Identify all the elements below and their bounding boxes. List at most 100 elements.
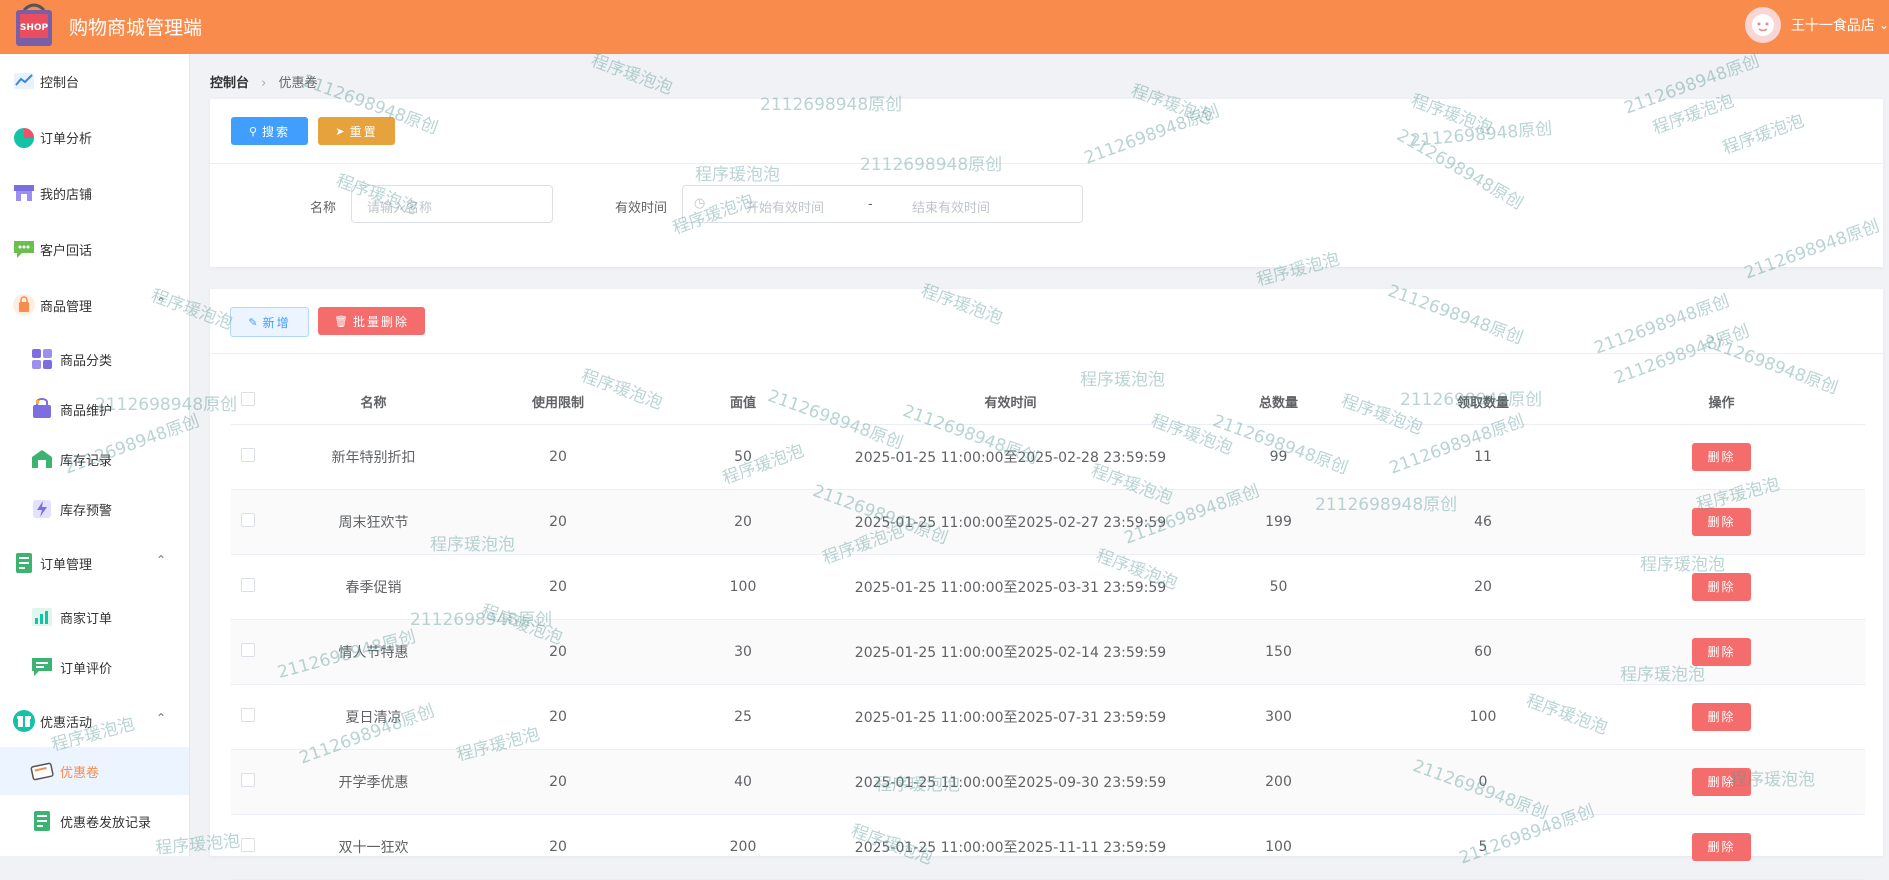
breadcrumb: 控制台 › 优惠卷	[210, 72, 318, 91]
avatar-face-icon	[1751, 14, 1774, 36]
sidebar-item-label: 商品管理	[40, 300, 93, 315]
table-row: 新年特别折扣 20 50 2025-01-25 11:00:00至2025-02…	[231, 424, 1865, 490]
breadcrumb-home-link[interactable]: 控制台	[210, 76, 249, 91]
order-list-icon	[16, 553, 32, 573]
sidebar-item-inventory-warning[interactable]: 库存预警	[0, 485, 189, 533]
sidebar-item-product-category[interactable]: 商品分类	[0, 335, 189, 383]
valid-time-cell: 2025-01-25 11:00:00至2025-03-31 23:59:59	[852, 554, 1169, 620]
edit-icon: ✎	[248, 315, 258, 329]
column-header: 总数量	[1169, 378, 1388, 425]
total-quantity-cell: 199	[1169, 489, 1388, 555]
coupon-name-cell: 夏日清凉	[265, 684, 482, 750]
store-icon	[14, 185, 34, 201]
date-range-picker[interactable]: ◷ 开始有效时间 - 结束有效时间	[682, 185, 1083, 223]
sidebar-item-customer-chat[interactable]: 客户回话	[0, 225, 189, 273]
chat-bubble-icon	[14, 241, 34, 258]
actions-cell: 删除	[1578, 814, 1865, 880]
add-button-label: 新增	[262, 315, 291, 330]
ticket-icon	[30, 762, 54, 781]
row-checkbox[interactable]	[231, 424, 265, 490]
batch-delete-button[interactable]: 🗑 批量删除	[318, 307, 425, 335]
top-header: SHOP 购物商城管理端 王十一食品店 ⌄	[0, 0, 1889, 54]
search-button-label: 搜索	[262, 124, 291, 139]
usage-limit-cell: 20	[482, 684, 634, 750]
user-name[interactable]: 王十一食品店	[1791, 15, 1875, 35]
sidebar-item-merchant-orders[interactable]: 商家订单	[0, 593, 189, 641]
chevron-up-icon: ⌃	[156, 295, 167, 309]
table-row: 情人节特惠 20 30 2025-01-25 11:00:00至2025-02-…	[231, 619, 1865, 685]
sidebar-item-coupons[interactable]: 优惠卷	[0, 747, 189, 795]
column-header: 名称	[265, 378, 482, 425]
sidebar-item-order-reviews[interactable]: 订单评价	[0, 643, 189, 691]
gift-icon	[13, 710, 35, 732]
bag-icon	[13, 294, 35, 316]
actions-cell: 删除	[1578, 684, 1865, 750]
delete-button[interactable]: 删除	[1692, 443, 1751, 471]
start-time-input[interactable]: 开始有效时间	[746, 197, 824, 216]
row-checkbox[interactable]	[231, 619, 265, 685]
total-quantity-cell: 300	[1169, 684, 1388, 750]
sidebar-item-label: 客户回话	[40, 244, 93, 259]
sidebar-item-label: 控制台	[40, 76, 80, 91]
sidebar-item-order-management[interactable]: 订单管理 ⌃	[0, 539, 189, 587]
delete-button[interactable]: 删除	[1692, 833, 1751, 861]
sidebar-item-inventory-records[interactable]: 库存记录	[0, 435, 189, 483]
sidebar-item-product-maintenance[interactable]: 商品维护	[0, 385, 189, 433]
sidebar-item-label: 商品维护	[60, 404, 113, 419]
claimed-quantity-cell: 60	[1388, 619, 1578, 685]
sidebar-item-label: 订单分析	[40, 132, 93, 147]
coupon-table: 名称 使用限制 面值 有效时间 总数量 领取数量 操作 新年特别折扣 20 50…	[231, 378, 1865, 880]
claimed-quantity-cell: 11	[1388, 424, 1578, 490]
coupon-name-cell: 新年特别折扣	[265, 424, 482, 490]
usage-limit-cell: 20	[482, 424, 634, 490]
delete-button[interactable]: 删除	[1692, 638, 1751, 666]
usage-limit-cell: 20	[482, 619, 634, 685]
divider	[210, 163, 1883, 164]
user-menu[interactable]: 王十一食品店 ⌄	[1744, 7, 1889, 43]
end-time-input[interactable]: 结束有效时间	[912, 197, 990, 216]
sidebar-item-promotions[interactable]: 优惠活动 ⌃	[0, 697, 189, 745]
sidebar-item-order-analysis[interactable]: 订单分析	[0, 113, 189, 161]
table-header-row: 名称 使用限制 面值 有效时间 总数量 领取数量 操作	[231, 378, 1865, 425]
face-value-cell: 40	[634, 749, 852, 815]
avatar[interactable]	[1744, 7, 1781, 43]
chevron-down-icon[interactable]: ⌄	[1879, 18, 1889, 32]
warehouse-icon	[32, 450, 52, 468]
delete-button[interactable]: 删除	[1692, 768, 1751, 796]
name-input[interactable]: 请输入名称	[351, 185, 553, 223]
total-quantity-cell: 200	[1169, 749, 1388, 815]
search-button[interactable]: ⚲ 搜索	[231, 117, 308, 145]
app-title: 购物商城管理端	[69, 17, 203, 39]
add-button[interactable]: ✎ 新增	[230, 307, 309, 337]
table-row: 开学季优惠 20 40 2025-01-25 11:00:00至2025-09-…	[231, 749, 1865, 815]
row-checkbox[interactable]	[231, 684, 265, 750]
sidebar-item-label: 优惠卷发放记录	[60, 816, 152, 831]
column-header: 操作	[1578, 378, 1865, 425]
row-checkbox[interactable]	[231, 814, 265, 880]
row-checkbox[interactable]	[231, 554, 265, 620]
total-quantity-cell: 50	[1169, 554, 1388, 620]
row-checkbox[interactable]	[231, 489, 265, 555]
sidebar-item-coupon-issue-records[interactable]: 优惠卷发放记录	[0, 797, 189, 845]
sidebar-item-product-management[interactable]: 商品管理 ⌃	[0, 281, 189, 329]
delete-button[interactable]: 删除	[1692, 508, 1751, 536]
total-quantity-cell: 99	[1169, 424, 1388, 490]
delete-button[interactable]: 删除	[1692, 703, 1751, 731]
sidebar-item-my-store[interactable]: 我的店铺	[0, 169, 189, 217]
comment-icon	[32, 658, 52, 676]
total-quantity-cell: 100	[1169, 814, 1388, 880]
clock-icon: ◷	[694, 196, 706, 211]
coupon-name-cell: 春季促销	[265, 554, 482, 620]
sidebar-item-label: 商品分类	[60, 354, 113, 369]
reset-button[interactable]: ➤ 重置	[318, 117, 395, 145]
delete-button[interactable]: 删除	[1692, 573, 1751, 601]
face-value-cell: 50	[634, 424, 852, 490]
basket-icon	[33, 398, 51, 418]
select-all-checkbox[interactable]	[231, 378, 265, 425]
breadcrumb-current: 优惠卷	[278, 76, 318, 91]
sidebar-item-dashboard[interactable]: 控制台	[0, 57, 189, 105]
divider	[210, 353, 1883, 354]
valid-time-cell: 2025-01-25 11:00:00至2025-07-31 23:59:59	[852, 684, 1169, 750]
name-input-placeholder: 请输入名称	[367, 201, 433, 216]
row-checkbox[interactable]	[231, 749, 265, 815]
